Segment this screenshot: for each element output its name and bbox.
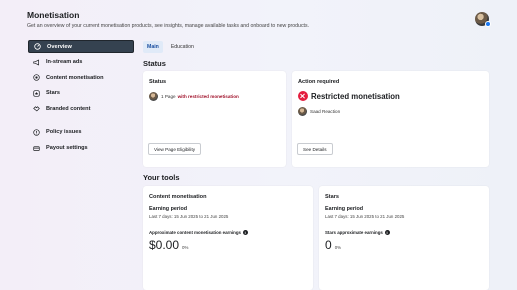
view-page-eligibility-button[interactable]: View Page Eligibility bbox=[148, 143, 202, 155]
gauge-icon bbox=[33, 43, 41, 51]
page-subtitle: Get an overview of your current monetisa… bbox=[27, 23, 310, 29]
stars-amount: 0 bbox=[325, 238, 332, 252]
sidebar-item-overview[interactable]: Overview bbox=[28, 40, 134, 53]
page-title: Monetisation bbox=[27, 10, 80, 20]
sidebar-item-label: Stars bbox=[46, 90, 60, 97]
restricted-monetisation-title: Restricted monetisation bbox=[311, 91, 400, 101]
sidebar-item-label: In-stream ads bbox=[46, 59, 83, 66]
tab-main[interactable]: Main bbox=[143, 41, 163, 53]
megaphone-icon bbox=[32, 58, 40, 66]
sidebar: Overview In-stream ads Content monetisat… bbox=[28, 40, 134, 157]
pages-count: 1 Page bbox=[161, 94, 176, 99]
action-headline: Restricted monetisation bbox=[298, 91, 400, 101]
profile-avatar[interactable] bbox=[475, 12, 491, 27]
stars-card-title: Stars bbox=[325, 194, 339, 200]
earnings-value: $0.00 0% bbox=[149, 238, 188, 252]
page-header: Monetisation Get an overview of your cur… bbox=[27, 10, 309, 29]
tools-section-title: Your tools bbox=[143, 173, 180, 182]
wallet-icon bbox=[32, 144, 40, 152]
page-avatar bbox=[298, 107, 307, 116]
page-avatar bbox=[149, 92, 158, 101]
sidebar-item-content-monetisation[interactable]: Content monetisation bbox=[28, 71, 134, 84]
status-card: Status 1 Page with restricted monetisati… bbox=[143, 71, 286, 167]
tab-bar: Main Education bbox=[143, 41, 202, 53]
sidebar-item-label: Content monetisation bbox=[46, 74, 104, 81]
sidebar-item-payout-settings[interactable]: Payout settings bbox=[28, 142, 134, 155]
approx-earnings-label: Approximate content monetisation earning… bbox=[149, 230, 248, 235]
sidebar-item-label: Overview bbox=[47, 43, 72, 50]
affected-page: Saad Reaction bbox=[298, 107, 340, 116]
content-monetisation-card: Content monetisation Earning period Last… bbox=[143, 186, 313, 290]
sidebar-item-stars[interactable]: Stars bbox=[28, 87, 134, 100]
sidebar-item-label: Policy issues bbox=[46, 129, 82, 136]
info-icon[interactable] bbox=[242, 230, 248, 235]
earning-period-range: Last 7 days: 15 Jun 2025 to 21 Jun 2025 bbox=[149, 214, 229, 219]
sidebar-item-policy-issues[interactable]: Policy issues bbox=[28, 126, 134, 139]
star-icon bbox=[32, 89, 40, 97]
earnings-change: 0% bbox=[182, 245, 189, 250]
earning-period-range: Last 7 days: 15 Jun 2025 to 21 Jun 2025 bbox=[325, 214, 405, 219]
sidebar-item-branded-content[interactable]: Branded content bbox=[28, 102, 134, 115]
action-required-card: Action required Restricted monetisation … bbox=[292, 71, 489, 167]
status-card-title: Status bbox=[149, 79, 167, 85]
see-details-button[interactable]: See Details bbox=[297, 143, 333, 155]
earning-period-label: Earning period bbox=[325, 206, 364, 212]
approx-earnings-label: Stars approximate earnings bbox=[325, 230, 390, 235]
status-section-title: Status bbox=[143, 59, 166, 68]
status-summary: 1 Page with restricted monetisation bbox=[149, 92, 239, 101]
earnings-value: 0 0% bbox=[325, 238, 341, 252]
tab-education[interactable]: Education bbox=[167, 41, 198, 53]
sidebar-item-in-stream-ads[interactable]: In-stream ads bbox=[28, 56, 134, 69]
stars-change: 0% bbox=[334, 245, 342, 250]
action-card-title: Action required bbox=[298, 79, 340, 85]
coin-icon bbox=[32, 74, 40, 82]
stars-card: Stars Earning period Last 7 days: 15 Jun… bbox=[319, 186, 489, 290]
earnings-amount: $0.00 bbox=[149, 238, 180, 252]
page-name: Saad Reaction bbox=[310, 109, 341, 114]
handshake-icon bbox=[32, 105, 40, 113]
content-card-title: Content monetisation bbox=[149, 194, 207, 200]
alert-circle-icon bbox=[32, 128, 40, 136]
error-icon bbox=[298, 91, 308, 101]
info-icon[interactable] bbox=[384, 230, 390, 235]
sidebar-item-label: Payout settings bbox=[46, 145, 88, 152]
sidebar-item-label: Branded content bbox=[46, 105, 91, 112]
facebook-badge-icon bbox=[485, 21, 491, 27]
restricted-text: with restricted monetisation bbox=[177, 94, 239, 99]
earning-period-label: Earning period bbox=[149, 206, 188, 212]
